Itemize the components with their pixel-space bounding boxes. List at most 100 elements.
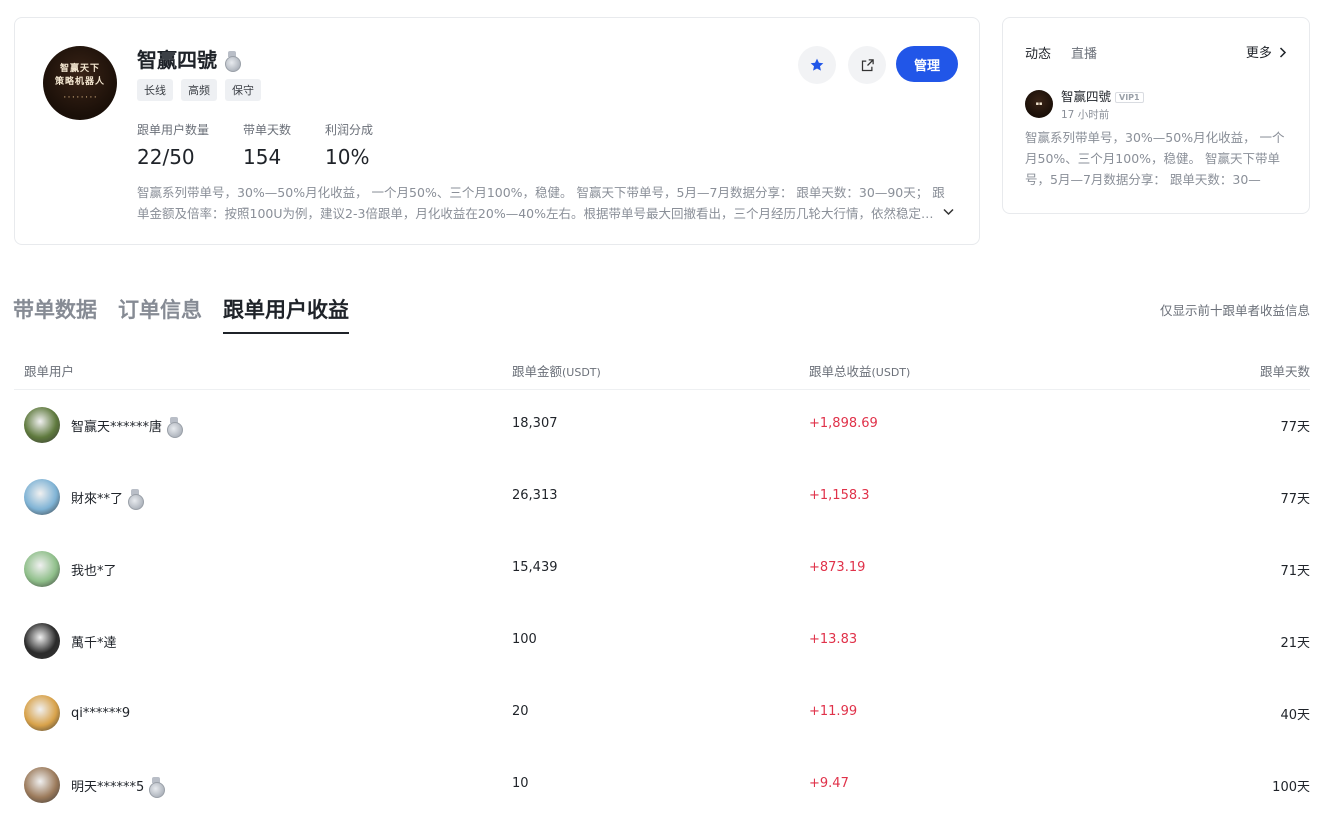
star-icon xyxy=(810,58,824,71)
profile-avatar: 智赢天下 策略机器人 · · · · · · · · xyxy=(43,46,117,120)
row-profit: +9.47 xyxy=(809,776,849,791)
row-user-name: 萬千*達 xyxy=(71,632,117,651)
row-user-name: qi******9 xyxy=(71,706,130,721)
avatar-dots: · · · · · · · · xyxy=(63,93,97,101)
favorite-button[interactable] xyxy=(798,46,836,84)
table-row[interactable]: 明天******5 10 +9.47 100天 xyxy=(14,750,1310,822)
header-profit: 跟单总收益(USDT) xyxy=(809,361,910,380)
medal-icon xyxy=(149,776,166,798)
stat-value: 22/50 xyxy=(137,145,195,169)
row-amount: 20 xyxy=(512,704,529,719)
feed-author-name: 智赢四號 xyxy=(1061,89,1112,104)
stat-value: 10% xyxy=(325,145,370,169)
stat-value: 154 xyxy=(243,145,282,169)
table-body: 智赢天******唐 18,307 +1,898.69 77天 財來**了 26,313 +… xyxy=(14,390,1310,822)
more-label: 更多 xyxy=(1245,46,1272,61)
user-name: qi******9 xyxy=(71,705,131,721)
stat-profit-share: 利润分成 10% xyxy=(325,121,373,169)
tag: 高频 xyxy=(181,79,217,101)
share-button[interactable] xyxy=(848,46,886,84)
row-amount: 10 xyxy=(512,776,529,791)
user-avatar xyxy=(24,623,60,659)
feed-post-time: 17 小时前 xyxy=(1061,109,1110,121)
user-avatar xyxy=(24,479,60,515)
manage-button[interactable]: 管理 xyxy=(896,46,958,82)
user-name: 智赢天******唐 xyxy=(71,419,163,435)
user-avatar xyxy=(24,551,60,587)
row-days: 40天 xyxy=(1280,708,1310,723)
row-user[interactable]: 明天******5 xyxy=(24,767,166,803)
header-user: 跟单用户 xyxy=(24,364,75,379)
stat-followers: 跟单用户数量 22/50 xyxy=(137,121,209,169)
tab-note: 仅显示前十跟单者收益信息 xyxy=(1159,303,1310,318)
tab-order-info[interactable]: 订单信息 xyxy=(118,294,202,334)
main-tabs: 带单数据 订单信息 跟单用户收益 xyxy=(13,294,349,334)
header-amount-label: 跟单金额 xyxy=(512,364,563,379)
chevron-right-icon xyxy=(1279,47,1287,58)
tag: 长线 xyxy=(137,79,173,101)
row-user[interactable]: 我也*了 xyxy=(24,551,117,587)
medal-icon xyxy=(128,488,145,510)
header-amount: 跟单金额(USDT) xyxy=(512,361,601,380)
row-profit: +13.83 xyxy=(809,632,858,647)
avatar-text-line1: 智赢天下 xyxy=(59,63,100,74)
table-row[interactable]: 我也*了 15,439 +873.19 71天 xyxy=(14,534,1310,606)
tab-activity[interactable]: 动态 xyxy=(1025,43,1051,62)
feed-tabs: 动态 直播 xyxy=(1025,43,1097,62)
user-name: 財來**了 xyxy=(71,491,124,507)
profile-card: 智赢天下 策略机器人 · · · · · · · · 智赢四號 长线 高频 保守… xyxy=(14,17,980,245)
user-avatar xyxy=(24,767,60,803)
profile-description: 智赢系列带单号，30%—50%月化收益， 一个月50%、三个月100%，稳健。 … xyxy=(137,185,945,221)
row-amount: 15,439 xyxy=(512,560,558,575)
feed-card: 动态 直播 更多 ▪▪ 智赢四號 VIP1 17 小时前 智赢系列带单号，30%—… xyxy=(1002,17,1310,214)
table-row[interactable]: 智赢天******唐 18,307 +1,898.69 77天 xyxy=(14,390,1310,462)
row-amount: 100 xyxy=(512,632,537,647)
row-user[interactable]: 智赢天******唐 xyxy=(24,407,184,443)
row-user[interactable]: 財來**了 xyxy=(24,479,145,515)
row-profit: +1,898.69 xyxy=(809,416,878,431)
header-days: 跟单天数 xyxy=(1259,364,1310,379)
row-profit: +873.19 xyxy=(809,560,866,575)
row-days: 71天 xyxy=(1280,564,1310,579)
tab-live[interactable]: 直播 xyxy=(1071,43,1097,62)
medal-icon xyxy=(167,416,184,438)
tag: 保守 xyxy=(225,79,261,101)
table-row[interactable]: 財來**了 26,313 +1,158.3 77天 xyxy=(14,462,1310,534)
feed-post-text[interactable]: 智赢系列带单号，30%—50%月化收益， 一个月50%、三个月100%，稳健。 … xyxy=(1025,127,1287,190)
row-days: 77天 xyxy=(1280,492,1310,507)
row-user-name: 明天******5 xyxy=(71,776,166,798)
row-days: 21天 xyxy=(1280,636,1310,651)
table-header: 跟单用户 跟单金额(USDT) 跟单总收益(USDT) 跟单天数 xyxy=(14,352,1310,390)
table-row[interactable]: qi******9 20 +11.99 40天 xyxy=(14,678,1310,750)
row-user-name: 財來**了 xyxy=(71,488,145,510)
user-name: 萬千*達 xyxy=(71,635,117,651)
header-amount-unit: (USDT) xyxy=(562,366,601,379)
medal-icon xyxy=(225,50,241,72)
tab-follower-profit[interactable]: 跟单用户收益 xyxy=(223,294,349,334)
feed-post-author[interactable]: ▪▪ 智赢四號 VIP1 17 小时前 xyxy=(1025,86,1144,122)
more-link[interactable]: 更多 xyxy=(1246,42,1287,61)
user-avatar xyxy=(24,407,60,443)
table-row[interactable]: 萬千*達 100 +13.83 21天 xyxy=(14,606,1310,678)
user-name: 我也*了 xyxy=(71,563,117,579)
user-avatar xyxy=(24,695,60,731)
stat-days: 带单天数 154 xyxy=(243,121,291,169)
stat-label: 利润分成 xyxy=(325,123,374,137)
row-user[interactable]: qi******9 xyxy=(24,695,130,731)
row-profit: +1,158.3 xyxy=(809,488,870,503)
stats: 跟单用户数量 22/50 带单天数 154 利润分成 10% xyxy=(137,121,407,169)
row-days: 77天 xyxy=(1280,420,1310,435)
chevron-down-icon[interactable] xyxy=(943,206,954,219)
row-user[interactable]: 萬千*達 xyxy=(24,623,117,659)
header-profit-label: 跟单总收益 xyxy=(809,364,872,379)
profile-name: 智赢四號 xyxy=(137,48,217,72)
header-profit-unit: (USDT) xyxy=(871,366,911,379)
row-user-name: 智赢天******唐 xyxy=(71,416,184,438)
tab-trading-data[interactable]: 带单数据 xyxy=(13,294,97,334)
tag-list: 长线 高频 保守 xyxy=(137,79,261,101)
row-amount: 18,307 xyxy=(512,416,558,431)
stat-label: 跟单用户数量 xyxy=(137,123,210,137)
row-profit: +11.99 xyxy=(809,704,858,719)
share-icon xyxy=(861,58,874,71)
row-user-name: 我也*了 xyxy=(71,560,117,579)
